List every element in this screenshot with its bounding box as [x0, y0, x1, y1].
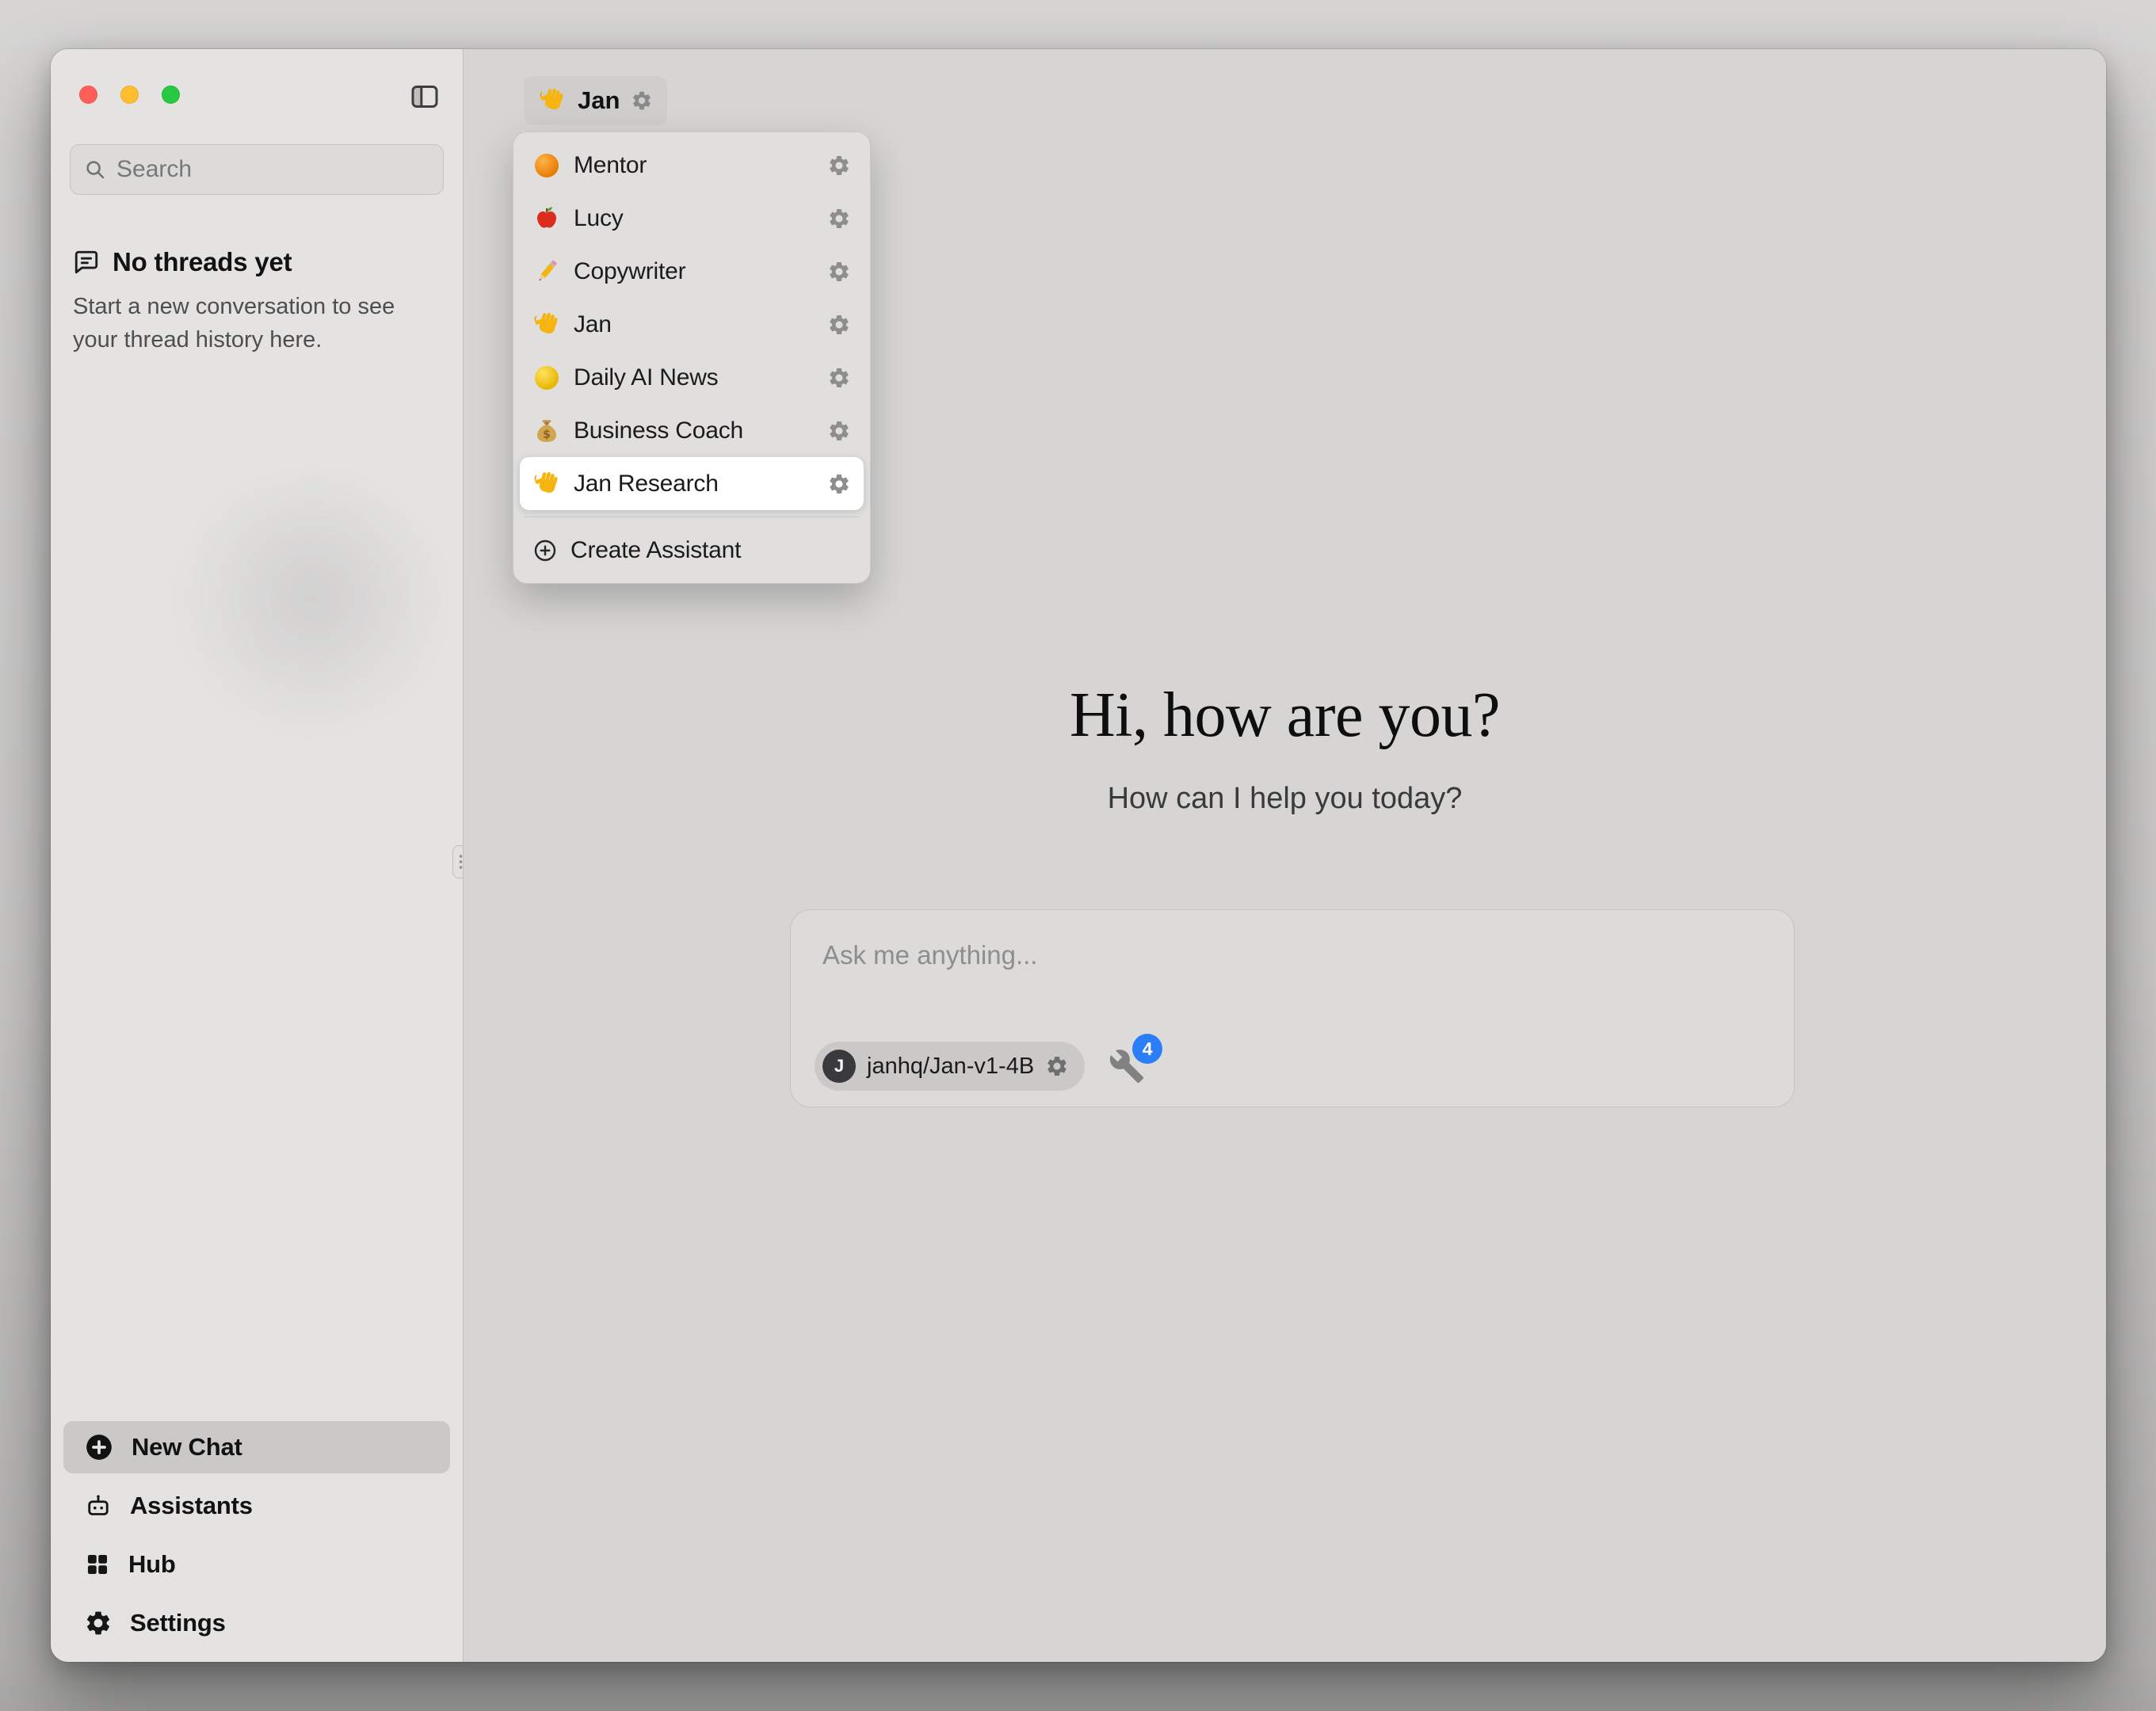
assistant-menu-item-label: Jan Research — [574, 471, 719, 497]
sidebar-nav: New Chat Assistants Hub — [63, 1421, 450, 1649]
waving-hand-icon — [532, 470, 561, 498]
apple-icon — [532, 204, 561, 233]
close-window-button[interactable] — [79, 86, 97, 104]
current-assistant-name: Jan — [578, 86, 620, 115]
empty-state-description: Start a new conversation to see your thr… — [73, 290, 422, 356]
orange-ball-icon — [532, 151, 561, 180]
assistant-menu-item-label: Mentor — [574, 152, 647, 179]
assistant-menu-item-lucy[interactable]: Lucy — [520, 192, 864, 245]
waving-hand-icon — [532, 311, 561, 339]
model-avatar: J — [822, 1050, 856, 1083]
gear-icon — [84, 1609, 113, 1637]
gear-icon[interactable] — [827, 313, 851, 337]
greeting-subtitle: How can I help you today? — [464, 782, 2106, 816]
robot-icon — [84, 1492, 113, 1520]
create-assistant-label: Create Assistant — [570, 537, 741, 564]
assistant-menu-item-label: Jan — [574, 311, 612, 338]
grid-icon — [84, 1551, 111, 1578]
tools-button[interactable]: 4 — [1109, 1048, 1145, 1084]
nav-label: Settings — [130, 1609, 226, 1637]
assistant-menu-item-label: Lucy — [574, 205, 624, 232]
assistant-menu-item-jan-research[interactable]: Jan Research — [520, 457, 864, 510]
sidebar-toggle-icon[interactable] — [409, 81, 441, 112]
nav-label: Hub — [128, 1550, 176, 1579]
create-assistant-button[interactable]: Create Assistant — [520, 524, 864, 577]
assistant-menu-item-mentor[interactable]: Mentor — [520, 139, 864, 192]
message-input[interactable] — [822, 939, 1762, 1010]
gear-icon[interactable] — [827, 472, 851, 496]
greeting: Hi, how are you? How can I help you toda… — [464, 680, 2106, 816]
money-bag-icon — [532, 417, 561, 445]
assistant-menu-item-jan[interactable]: Jan — [520, 298, 864, 351]
new-chat-button[interactable]: New Chat — [63, 1421, 450, 1473]
assistant-dropdown-menu: Mentor Lucy Copywriter Jan — [513, 131, 871, 584]
zoom-window-button[interactable] — [162, 86, 180, 104]
assistant-menu-item-label: Daily AI News — [574, 364, 718, 391]
yellow-ball-icon — [532, 364, 561, 392]
gear-icon[interactable] — [631, 90, 653, 112]
message-composer[interactable]: J janhq/Jan-v1-4B 4 — [790, 909, 1795, 1107]
app-window: No threads yet Start a new conversation … — [51, 49, 2106, 1662]
minimize-window-button[interactable] — [120, 86, 139, 104]
nav-label: Assistants — [130, 1492, 253, 1520]
sidebar-watermark — [177, 477, 447, 746]
assistant-menu-item-business-coach[interactable]: Business Coach — [520, 404, 864, 457]
search-field[interactable] — [70, 144, 444, 195]
model-name: janhq/Jan-v1-4B — [867, 1054, 1034, 1080]
assistant-menu-item-label: Copywriter — [574, 258, 685, 285]
greeting-title: Hi, how are you? — [464, 680, 2106, 752]
model-selector-button[interactable]: J janhq/Jan-v1-4B — [815, 1042, 1085, 1091]
nav-label: New Chat — [132, 1433, 242, 1461]
menu-divider — [525, 516, 859, 517]
gear-icon[interactable] — [827, 419, 851, 443]
empty-state-title: No threads yet — [113, 247, 292, 277]
sidebar-item-assistants[interactable]: Assistants — [63, 1480, 450, 1532]
search-icon — [83, 158, 107, 181]
assistant-selector-button[interactable]: Jan — [524, 76, 667, 125]
composer-toolbar: J janhq/Jan-v1-4B 4 — [815, 1042, 1145, 1091]
sidebar-item-hub[interactable]: Hub — [63, 1538, 450, 1591]
assistant-menu-item-daily-ai-news[interactable]: Daily AI News — [520, 351, 864, 404]
plus-circle-icon — [532, 538, 558, 563]
waving-hand-icon — [538, 86, 567, 115]
gear-icon[interactable] — [827, 260, 851, 284]
sidebar: No threads yet Start a new conversation … — [51, 49, 463, 1662]
pencil-icon — [532, 257, 561, 286]
window-controls — [79, 86, 180, 104]
main-area: Jan Mentor Lucy Cop — [463, 49, 2106, 1662]
search-input[interactable] — [116, 156, 430, 183]
sidebar-item-settings[interactable]: Settings — [63, 1597, 450, 1649]
gear-icon[interactable] — [1045, 1054, 1069, 1078]
gear-icon[interactable] — [827, 366, 851, 390]
assistant-menu-item-label: Business Coach — [574, 417, 743, 444]
assistant-menu-item-copywriter[interactable]: Copywriter — [520, 245, 864, 298]
chat-bubble-icon — [73, 249, 100, 276]
plus-circle-icon — [84, 1432, 114, 1462]
gear-icon[interactable] — [827, 207, 851, 231]
tools-count-badge: 4 — [1132, 1034, 1162, 1064]
gear-icon[interactable] — [827, 154, 851, 177]
threads-empty-state: No threads yet Start a new conversation … — [73, 247, 431, 356]
